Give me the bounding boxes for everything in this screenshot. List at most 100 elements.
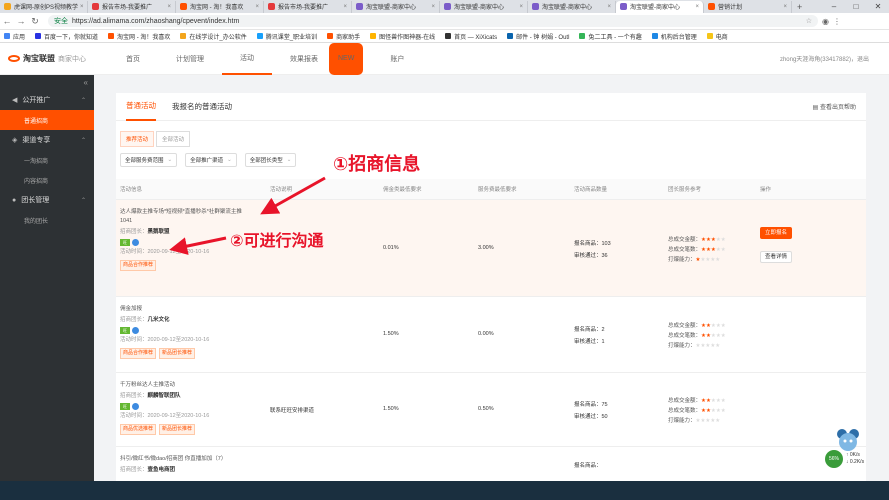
sidebar-group[interactable]: ◈ 渠道专享 ⌃ [0, 130, 94, 150]
fee-range-select[interactable]: 全部服务费范围 ⌄ [120, 153, 178, 167]
close-tab-icon[interactable]: × [781, 4, 787, 10]
bookmark-item[interactable]: 百度一下，你就知道 [35, 32, 98, 41]
new-tab-icon[interactable]: + [792, 2, 807, 12]
bookmark-item[interactable]: 在线学设计_办公软件 [180, 32, 247, 41]
url-text: https://ad.alimama.com/zhaoshang/cpevent… [72, 17, 240, 25]
sidebar-item[interactable]: 一淘招商 [0, 150, 94, 170]
wangwang-chat-icon[interactable]: 旺 [120, 239, 130, 246]
sidebar-group[interactable]: ◀ 公开推广 ⌃ [0, 90, 94, 110]
subtab-all[interactable]: 全部活动 [156, 131, 191, 147]
extension-icon[interactable]: ◉ [822, 17, 829, 26]
close-tab-icon[interactable]: × [341, 4, 347, 10]
bookmark-favicon-icon [4, 33, 10, 39]
bookmark-item[interactable]: 首页 — XiXicats [445, 32, 497, 41]
sidebar-item[interactable]: 内容招商 [0, 170, 94, 190]
user-info[interactable]: zhong天涯海角(33417882)，退出 [780, 54, 869, 63]
menu-icon[interactable]: ⋮ [833, 17, 841, 26]
close-icon[interactable]: ✕ [867, 2, 889, 11]
bookmark-item[interactable]: 电商 [706, 32, 728, 41]
close-tab-icon[interactable]: × [78, 4, 84, 10]
forward-icon[interactable]: → [14, 16, 28, 26]
chevron-up-icon: ⌃ [80, 137, 86, 144]
browser-tab[interactable]: 淘宝联盟-商家中心 × [440, 0, 528, 13]
leader-label: 招商团长： [120, 467, 148, 473]
bookmark-item[interactable]: 应用 [4, 32, 25, 41]
back-icon[interactable]: ← [0, 16, 14, 26]
close-tab-icon[interactable]: × [693, 4, 699, 10]
leader-name[interactable]: 黑鹅联盟 [148, 229, 170, 235]
maximize-icon[interactable]: □ [845, 2, 867, 11]
rating-label: 总成交笔数： [668, 247, 702, 253]
site-logo[interactable]: 淘宝联盟 商家中心 [8, 53, 108, 64]
leader-name[interactable]: 麒麟智联团队 [148, 393, 181, 399]
activity-name[interactable]: 抖引/微红书/微dao/招商团 你直播加加（7） [120, 455, 270, 464]
star-icon: ★ [720, 408, 726, 414]
minimize-icon[interactable]: – [823, 2, 845, 11]
url-field[interactable]: 安全 https://ad.alimama.com/zhaoshang/cpev… [48, 15, 818, 27]
tag: 商品优选推荐 [120, 424, 157, 435]
leader-label: 招商团长： [120, 229, 148, 235]
browser-tab[interactable]: 虎课网-原创PS视频教学 × [0, 0, 88, 13]
bookmark-star-icon[interactable]: ☆ [806, 17, 812, 25]
browser-tab[interactable]: 报告市场-我要推广 × [88, 0, 176, 13]
view-detail-button[interactable]: 查看详情 [760, 251, 792, 263]
activity-name[interactable]: 千万粉丝达人主推活动 [120, 381, 270, 390]
leader-name[interactable]: 几米文化 [148, 317, 170, 323]
close-tab-icon[interactable]: × [605, 4, 611, 10]
subtab-recommended[interactable]: 推荐活动 [120, 131, 155, 147]
approved-count: 审核通过：36 [574, 253, 608, 259]
bookmark-item[interactable]: 腾讯课堂_职业培训 [256, 32, 317, 41]
browser-tab[interactable]: 淘宝联盟-商家中心 × [352, 0, 440, 13]
browser-tab[interactable]: 报告市场-我要推广 × [264, 0, 352, 13]
nav-item[interactable]: 首页 [108, 43, 158, 75]
bookmark-item[interactable]: 机构后台管理 [651, 32, 697, 41]
nav-item[interactable]: 计划管理 [158, 43, 222, 75]
nav-item[interactable]: 效果报表 NEW [272, 42, 372, 75]
register-button[interactable]: 立即报名 [760, 227, 792, 239]
tab-label: 淘宝联盟-商家中心 [542, 5, 592, 11]
sidebar-group[interactable]: ● 团长管理 ⌃ [0, 190, 94, 210]
browser-tab[interactable]: 淘宝联盟-商家中心 × [528, 0, 616, 13]
sidebar-collapse-icon[interactable]: « [0, 75, 94, 90]
tab-my-registered[interactable]: 我报名的普通活动 [172, 93, 232, 121]
sidebar-item[interactable]: 普通招商 [0, 110, 94, 130]
bookmark-label: 应用 [13, 34, 26, 41]
mascot-icon[interactable] [834, 428, 862, 452]
nav-item[interactable]: 账户 [372, 43, 422, 75]
leader-line: 招商团长：几米文化 [120, 316, 270, 325]
browser-tab[interactable]: 淘宝网 - 淘！我喜欢 × [176, 0, 264, 13]
close-tab-icon[interactable]: × [517, 4, 523, 10]
close-tab-icon[interactable]: × [165, 4, 171, 10]
bookmark-item[interactable]: 图怪兽作图神器-在线 [370, 32, 435, 41]
bookmark-item[interactable]: 邮件 - 钟 树娟 - Outl [507, 32, 569, 41]
nav-item[interactable]: 活动 [222, 43, 272, 75]
rating-label: 总成交笔数： [668, 333, 702, 339]
channel-select[interactable]: 全部推广渠道 ⌄ [185, 153, 237, 167]
hit-ability-label: 打爆能力： [668, 257, 696, 263]
browser-tab[interactable]: 淘宝联盟-商家中心 × [616, 0, 704, 13]
activity-info: 抖引/微红书/微dao/招商团 你直播加加（7） 招商团长：壹鱼电商团 [120, 455, 270, 475]
address-bar: ← → ↻ 安全 https://ad.alimama.com/zhaoshan… [0, 13, 889, 30]
bookmark-item[interactable]: 商家助手 [327, 32, 360, 41]
close-tab-icon[interactable]: × [429, 4, 435, 10]
bookmark-item[interactable]: 淘宝网 - 淘！我喜欢 [108, 32, 170, 41]
help-link[interactable]: ▤ 查看出页帮助 [813, 102, 856, 111]
leader-name[interactable]: 壹鱼电商团 [148, 467, 176, 473]
activity-name[interactable]: 达人爆款主推专场*短视频*直播秒杀*社群聚流主推 [120, 208, 270, 217]
sidebar-item[interactable]: 我的团长 [0, 210, 94, 230]
fee-value: 3.00% [478, 245, 494, 251]
bookmark-label: 淘宝网 - 淘！我喜欢 [117, 34, 171, 41]
wangwang-chat-icon[interactable]: 旺 [120, 327, 130, 334]
commission-value: 0.01% [383, 245, 399, 251]
hit-ability-label: 打爆能力： [668, 418, 696, 424]
leader-type-select[interactable]: 全部团长类型 ⌄ [244, 153, 297, 167]
bookmark-label: 首页 — XiXicats [454, 34, 498, 41]
browser-tab[interactable]: 营销计划 × [704, 0, 792, 13]
reload-icon[interactable]: ↻ [28, 16, 42, 27]
close-tab-icon[interactable]: × [253, 4, 259, 10]
activity-name[interactable]: 佣金加报 [120, 305, 270, 314]
tab-normal-activities[interactable]: 普通活动 [126, 93, 156, 121]
bookmark-item[interactable]: 兔二工具 - 一个有趣 [579, 32, 642, 41]
wangwang-chat-icon[interactable]: 旺 [120, 403, 130, 410]
speed-widget[interactable]: 56% [825, 450, 843, 468]
